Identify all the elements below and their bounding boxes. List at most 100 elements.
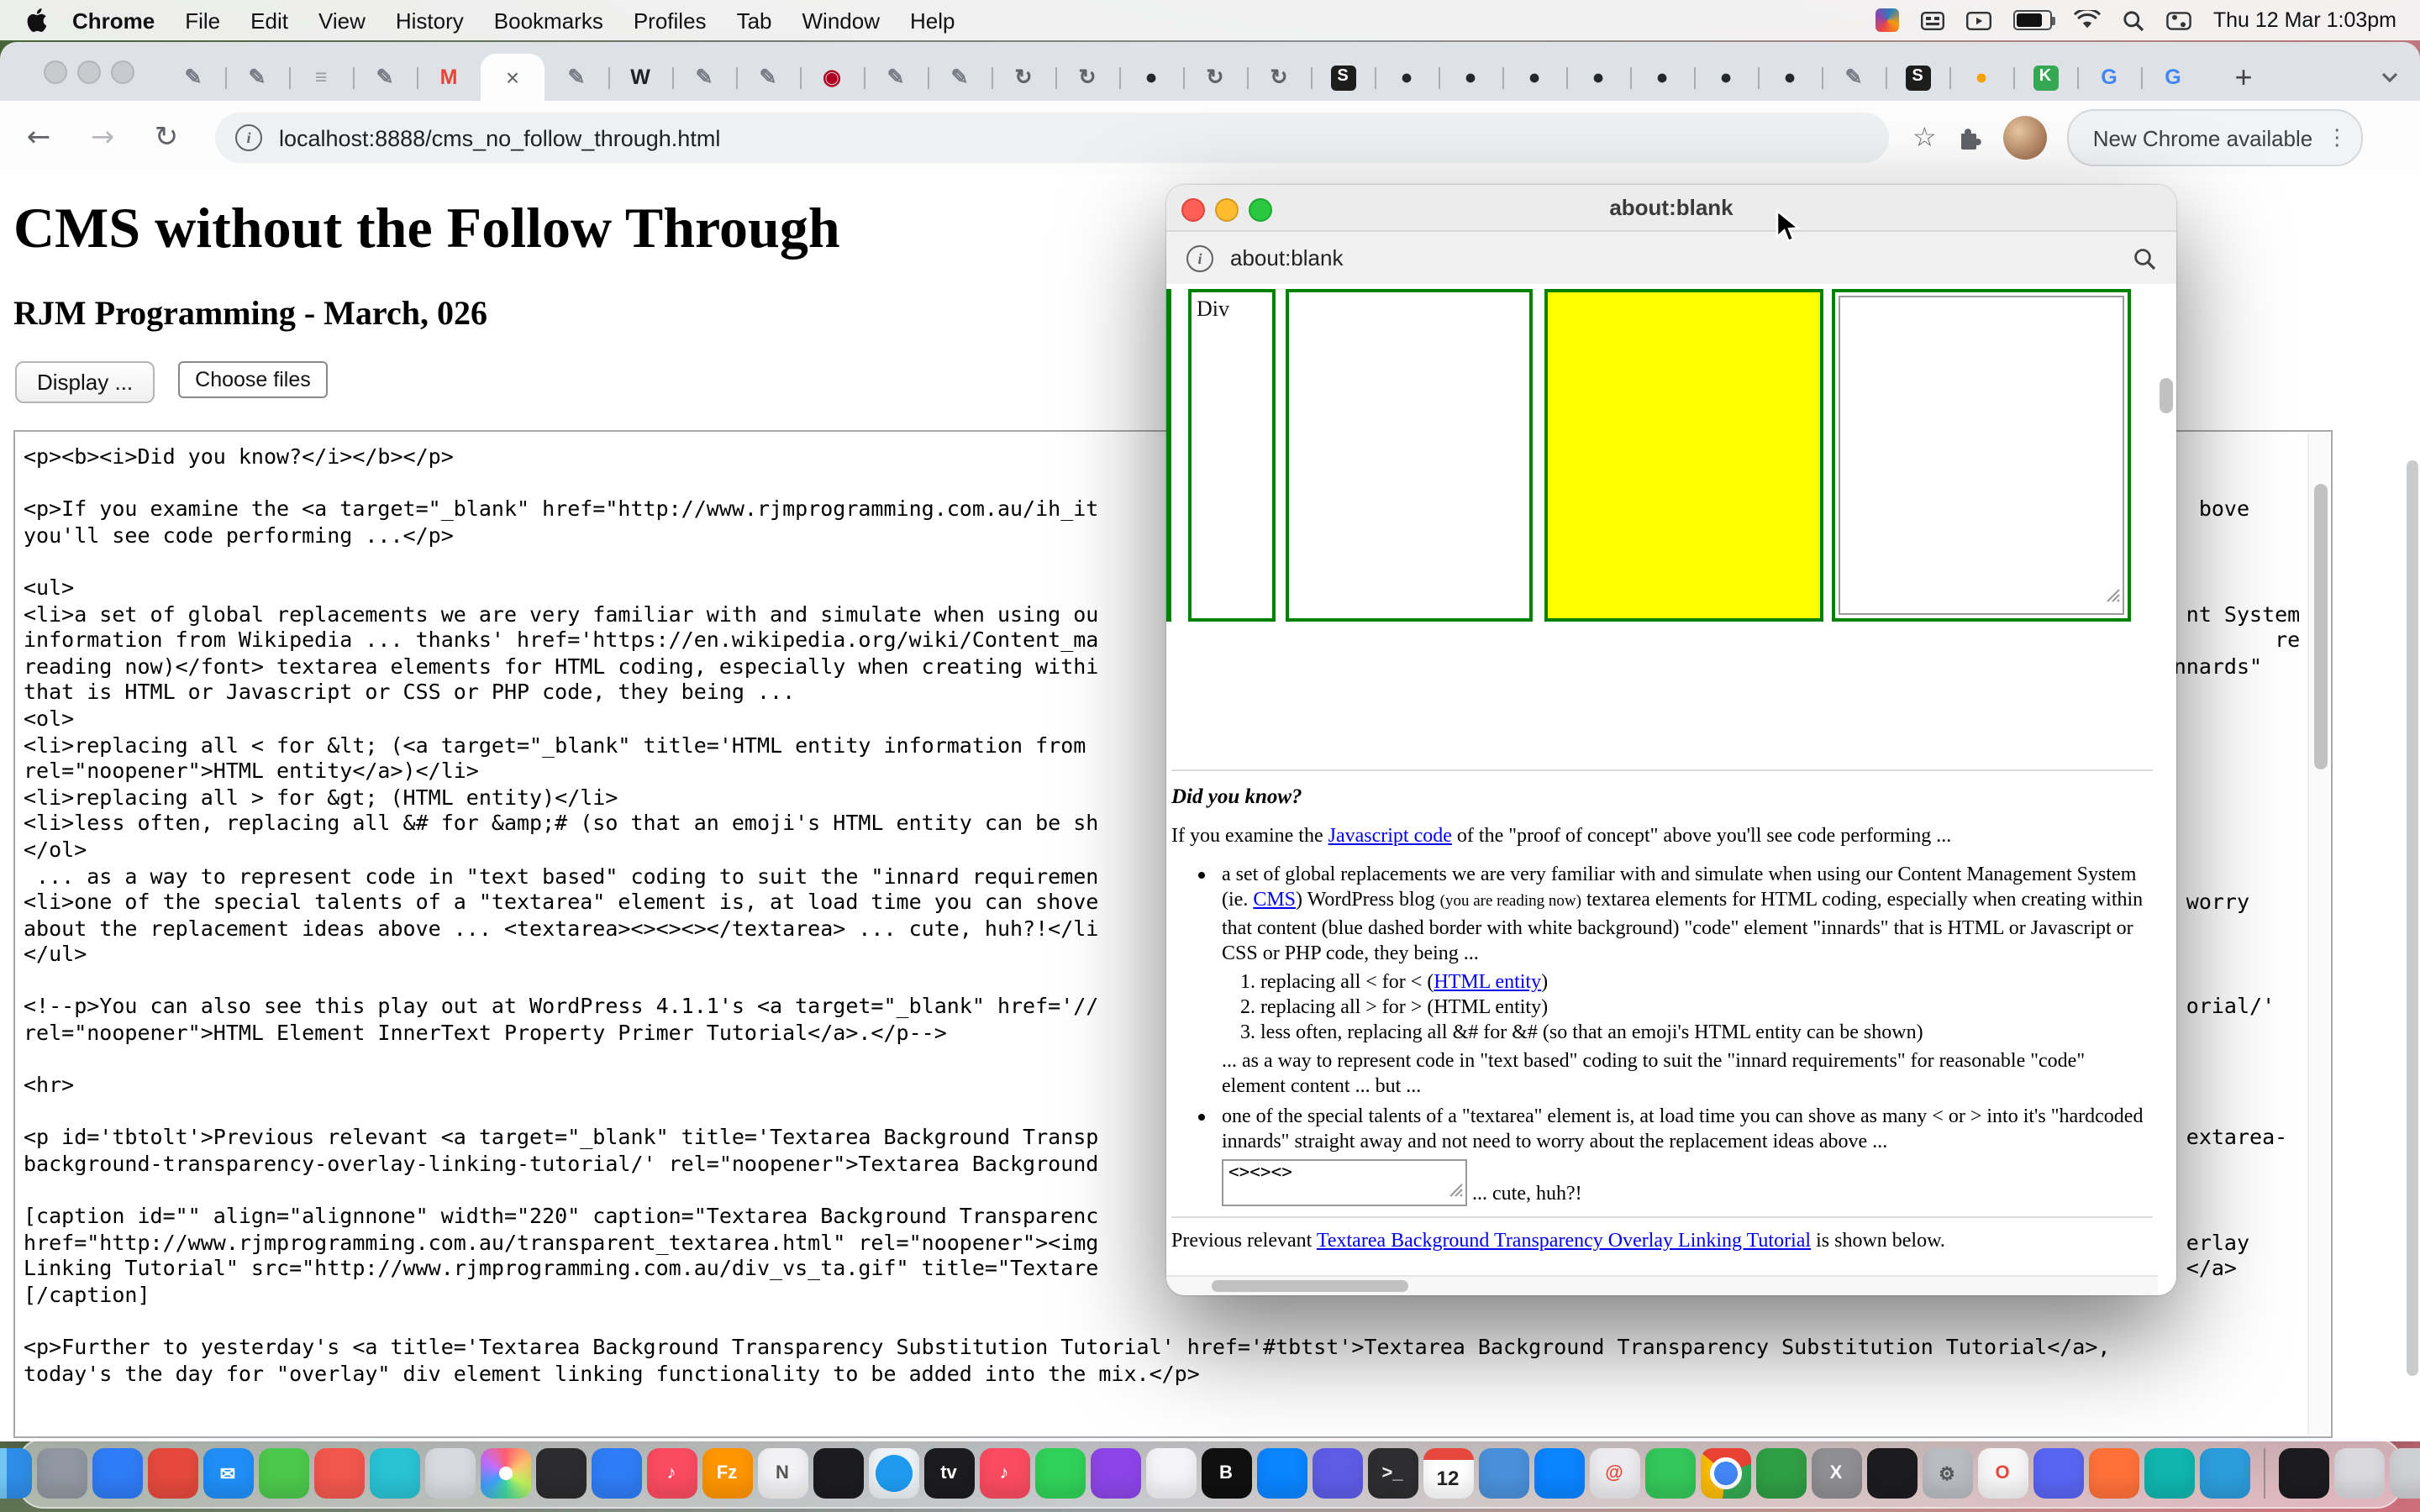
demo-textarea[interactable]: <><><> [1222, 1159, 1467, 1206]
tab-active[interactable]: × [481, 54, 544, 101]
dock-tv-icon[interactable]: tv [923, 1448, 974, 1499]
tab[interactable]: ↻ [992, 54, 1055, 101]
page-scrollbar[interactable] [2405, 175, 2420, 1441]
url-bar[interactable]: i localhost:8888/cms_no_follow_through.h… [215, 113, 1889, 163]
tab[interactable]: ↻ [1055, 54, 1119, 101]
tab[interactable]: K [2013, 54, 2077, 101]
profile-avatar[interactable] [2004, 116, 2048, 160]
popup-url-bar[interactable]: i about:blank [1166, 232, 2176, 286]
popup-title-bar[interactable]: about:blank [1166, 185, 2176, 232]
tab[interactable]: ↻ [1183, 54, 1247, 101]
dock-dock-app-12[interactable] [591, 1448, 641, 1499]
popup-hscrollbar[interactable] [1166, 1275, 2158, 1295]
menu-bar-clock[interactable]: Thu 12 Mar 1:03pm [2213, 8, 2396, 32]
tab[interactable]: ◉ [800, 54, 864, 101]
dock-dock-app-30[interactable]: @ [1589, 1448, 1639, 1499]
window-zoom-button[interactable] [111, 60, 134, 84]
dock-dock-app-24[interactable] [1256, 1448, 1307, 1499]
dock-chrome-icon[interactable] [1700, 1448, 1750, 1499]
dock-dock-app-43[interactable] [2333, 1448, 2384, 1499]
popup-zoom-button[interactable] [1249, 197, 1272, 221]
dock-dock-app-11[interactable] [535, 1448, 586, 1499]
tab[interactable]: ● [1630, 54, 1694, 101]
dock-dock-app-20[interactable] [1034, 1448, 1085, 1499]
dock-dock-app-6[interactable] [258, 1448, 308, 1499]
page-scrollbar-thumb[interactable] [2407, 460, 2418, 1376]
tab[interactable]: ● [1502, 54, 1566, 101]
tab[interactable]: ✎ [161, 54, 225, 101]
control-center-icon[interactable] [2166, 11, 2191, 29]
tab[interactable]: M [417, 54, 481, 101]
dock-dock-app-14[interactable]: Fz [702, 1448, 752, 1499]
tab[interactable]: ↻ [1247, 54, 1311, 101]
dock-launchpad-icon[interactable] [424, 1448, 475, 1499]
menu-profiles[interactable]: Profiles [618, 8, 722, 33]
tab[interactable]: ● [1119, 54, 1183, 101]
chrome-update-button[interactable]: New Chrome available ⋮ [2068, 109, 2364, 166]
popup-close-button[interactable] [1181, 197, 1205, 221]
tab[interactable]: S [1886, 54, 1949, 101]
textarea-scrollbar-thumb[interactable] [2313, 484, 2327, 769]
link[interactable]: CMS [1253, 887, 1296, 911]
tab[interactable]: G [2077, 54, 2141, 101]
menubar-extra-icon[interactable] [1876, 8, 1899, 32]
resize-grip-icon[interactable] [1449, 1183, 1464, 1203]
dock-dock-app-4[interactable] [147, 1448, 197, 1499]
tab[interactable]: ✎ [928, 54, 992, 101]
dock-maps-icon[interactable] [1644, 1448, 1695, 1499]
menu-history[interactable]: History [381, 8, 479, 33]
keyboard-icon[interactable] [1921, 11, 1944, 29]
dock-dock-app-15[interactable]: N [757, 1448, 808, 1499]
browser-menu-icon[interactable]: ⋮ [2326, 124, 2348, 151]
dock-dock-app-22[interactable] [1145, 1448, 1196, 1499]
dock-firefox-icon[interactable] [2088, 1448, 2139, 1499]
display-button[interactable]: Display ... [15, 361, 155, 403]
site-info-icon[interactable]: i [235, 124, 262, 151]
dock-calendar-icon[interactable]: 12 [1423, 1448, 1473, 1499]
dock-dock-app-35[interactable] [1866, 1448, 1917, 1499]
menu-edit[interactable]: Edit [235, 8, 303, 33]
reload-button[interactable]: ↻ [151, 121, 182, 155]
apple-menu-icon[interactable] [17, 8, 57, 32]
choose-files-button[interactable]: Choose files [178, 361, 328, 398]
tab[interactable]: ● [1949, 54, 2013, 101]
tab[interactable]: ✎ [353, 54, 417, 101]
tab[interactable]: ● [1566, 54, 1630, 101]
dock-dock-app-16[interactable] [813, 1448, 863, 1499]
dock-dock-app-41[interactable] [2199, 1448, 2249, 1499]
tab[interactable]: ● [1694, 54, 1758, 101]
dock-dock-app-38[interactable] [2033, 1448, 2083, 1499]
dock-dock-app-2[interactable] [36, 1448, 87, 1499]
menu-chrome[interactable]: Chrome [57, 8, 170, 33]
dock-mail-icon[interactable]: ✉ [203, 1448, 253, 1499]
dock-photos-icon[interactable] [480, 1448, 530, 1499]
tab[interactable]: ✎ [736, 54, 800, 101]
tab[interactable]: ≡ [289, 54, 353, 101]
new-tab-button[interactable]: + [2222, 55, 2265, 99]
menu-window[interactable]: Window [787, 8, 896, 33]
dock-podcasts-icon[interactable] [1090, 1448, 1140, 1499]
tab[interactable]: ✎ [864, 54, 928, 101]
dock-dock-app-34[interactable]: X [1811, 1448, 1861, 1499]
back-button[interactable]: ← [24, 121, 54, 155]
menu-tab[interactable]: Tab [722, 8, 787, 33]
menu-file[interactable]: File [170, 8, 235, 33]
dock-dock-app-25[interactable] [1312, 1448, 1362, 1499]
dock-dock-app-42[interactable] [2278, 1448, 2328, 1499]
forward-button[interactable]: → [87, 121, 118, 155]
dock-dock-app-8[interactable] [369, 1448, 419, 1499]
dock-dock-app-23[interactable]: B [1201, 1448, 1251, 1499]
tab[interactable]: G [2141, 54, 2205, 101]
dock-dock-app-29[interactable] [1534, 1448, 1584, 1499]
dock-dock-app-28[interactable] [1478, 1448, 1528, 1499]
dock-trash-icon[interactable] [2389, 1448, 2420, 1499]
textarea-scrollbar[interactable] [2307, 433, 2329, 1435]
tab-search-chevron-icon[interactable] [2380, 62, 2400, 92]
extensions-icon[interactable] [1957, 124, 1984, 151]
dock-finder-icon[interactable] [0, 1448, 31, 1499]
tab[interactable]: S [1311, 54, 1375, 101]
dock-dock-app-7[interactable] [313, 1448, 364, 1499]
popup-vscrollbar-thumb[interactable] [2160, 378, 2173, 413]
tab[interactable]: ✎ [672, 54, 736, 101]
tab[interactable]: W [608, 54, 672, 101]
